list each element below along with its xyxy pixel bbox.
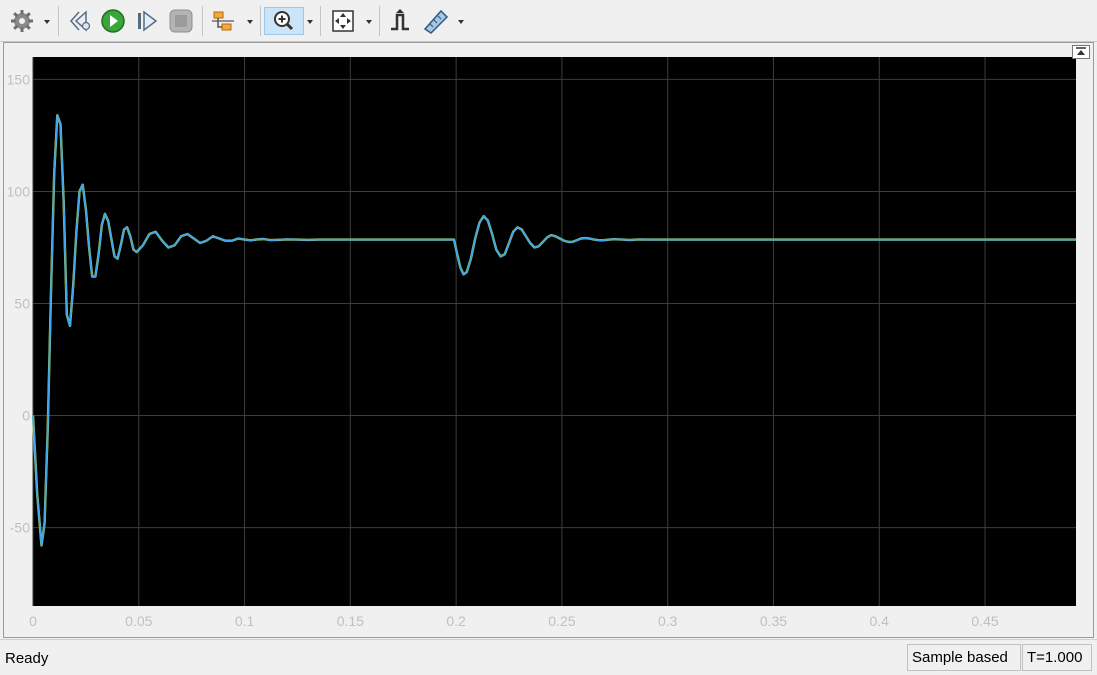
toolbar-separator [202, 6, 203, 36]
plot-area[interactable]: 0 0.05 0.1 0.15 0.2 0.25 0.3 0.35 0.4 0.45 -50 0 50 1… [4, 43, 1093, 637]
toolbar [0, 0, 1097, 42]
y-tick-label: -50 [10, 520, 30, 536]
status-bar: Ready Sample based T=1.000 [0, 639, 1097, 675]
simulation-time-indicator: T=1.000 [1022, 644, 1092, 671]
run-icon[interactable] [98, 7, 128, 35]
zoom-dropdown-icon[interactable] [305, 7, 315, 35]
settings-dropdown-icon[interactable] [42, 7, 52, 35]
step-forward-icon[interactable] [132, 7, 162, 35]
measurements-dropdown-icon[interactable] [456, 7, 466, 35]
x-tick-label: 0.15 [337, 613, 364, 629]
x-tick-label: 0 [29, 613, 37, 629]
signal-selector-dropdown-icon[interactable] [245, 7, 255, 35]
toolbar-separator [320, 6, 321, 36]
toolbar-separator [379, 6, 380, 36]
x-tick-label: 0.45 [971, 613, 998, 629]
signal-selector-icon[interactable] [208, 7, 238, 35]
x-tick-label: 0.2 [446, 613, 466, 629]
fit-dropdown-icon[interactable] [364, 7, 374, 35]
scope-display: 0 0.05 0.1 0.15 0.2 0.25 0.3 0.35 0.4 0.45 -50 0 50 1… [3, 42, 1094, 638]
y-tick-label: 50 [14, 295, 30, 311]
plot-background [33, 57, 1076, 606]
sample-mode-indicator: Sample based [907, 644, 1021, 671]
fit-to-view-icon[interactable] [328, 7, 358, 35]
trigger-icon[interactable] [385, 7, 415, 35]
step-back-icon[interactable] [66, 7, 96, 35]
x-tick-label: 0.4 [870, 613, 890, 629]
cursor-measurements-icon[interactable] [421, 7, 451, 35]
gear-icon[interactable] [8, 7, 38, 35]
x-tick-label: 0.3 [658, 613, 678, 629]
y-tick-label: 150 [7, 71, 31, 87]
undock-plot-icon[interactable] [1072, 45, 1090, 59]
x-tick-label: 0.1 [235, 613, 255, 629]
status-text: Ready [5, 650, 49, 667]
x-tick-label: 0.25 [548, 613, 575, 629]
toolbar-separator [260, 6, 261, 36]
stop-icon[interactable] [166, 7, 196, 35]
x-tick-label: 0.05 [125, 613, 152, 629]
y-tick-label: 100 [7, 183, 31, 199]
toolbar-separator [58, 6, 59, 36]
y-tick-label: 0 [22, 408, 30, 424]
x-tick-label: 0.35 [760, 613, 787, 629]
zoom-in-icon[interactable] [264, 7, 304, 35]
